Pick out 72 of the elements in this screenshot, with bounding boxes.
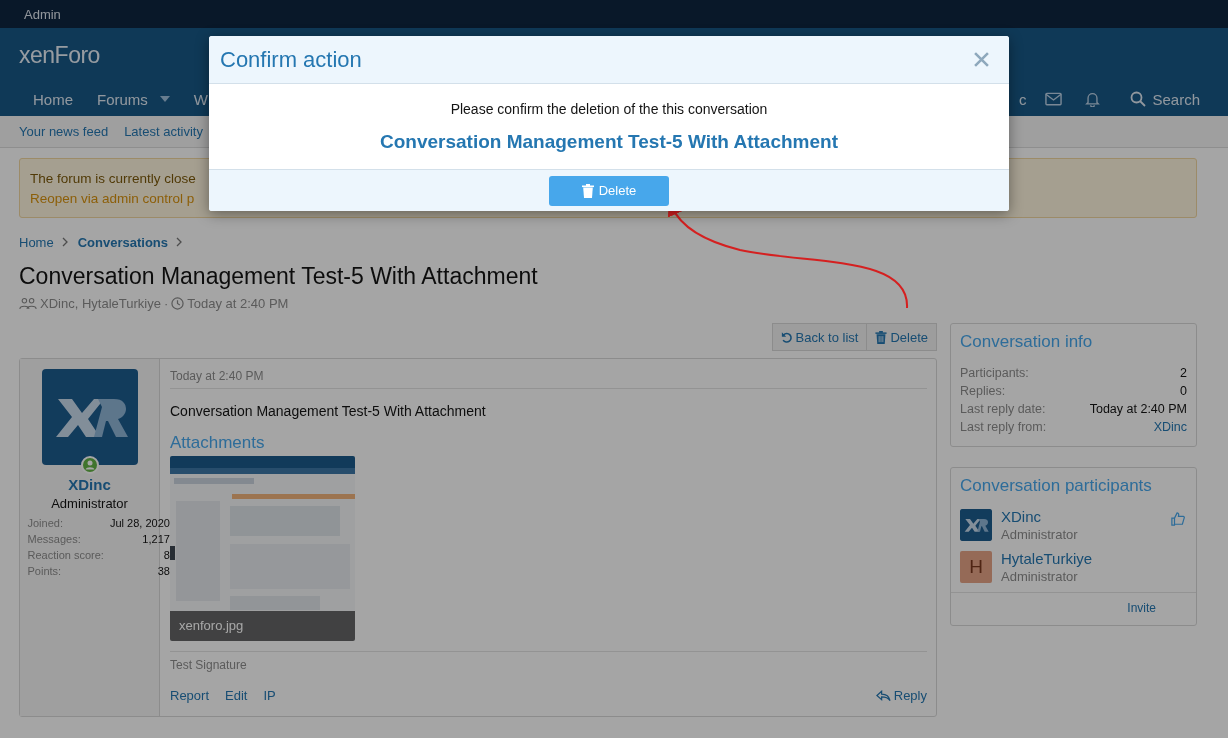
dialog-title: Confirm action xyxy=(220,46,362,73)
user-title: Administrator xyxy=(1001,527,1078,542)
chevron-icon xyxy=(176,237,182,247)
stat-value: 1,217 xyxy=(141,532,170,547)
trash-icon xyxy=(581,183,594,198)
stat-label: Points: xyxy=(27,564,63,579)
info-label: Replies: xyxy=(960,383,1007,400)
close-icon[interactable] xyxy=(974,52,989,67)
avatar: H xyxy=(960,551,992,583)
message-time[interactable]: Today at 2:40 PM xyxy=(170,369,927,389)
stat-label: Messages: xyxy=(27,532,82,547)
message-action-link[interactable]: Report xyxy=(170,688,210,703)
message-action-link[interactable]: Edit xyxy=(225,688,248,703)
breadcrumb-link[interactable]: Conversations xyxy=(77,234,168,250)
sub-nav-link[interactable]: Latest activity xyxy=(124,124,203,139)
message-action-link[interactable]: IP xyxy=(263,688,276,703)
site-logo[interactable]: xenForo xyxy=(19,41,100,69)
undo-icon xyxy=(780,330,793,344)
info-label: Last reply from: xyxy=(960,419,1047,436)
attachment-filename: xenforo.jpg xyxy=(170,611,355,641)
sub-nav-link[interactable]: Your news feed xyxy=(19,124,109,139)
card-title: Conversation participants xyxy=(960,476,1153,496)
nav-tab[interactable]: c xyxy=(1018,90,1035,108)
search-icon xyxy=(1130,91,1147,107)
delete-button[interactable]: Delete xyxy=(549,175,669,206)
info-value: 0 xyxy=(1179,383,1187,400)
username-link[interactable]: HytaleTurkiye xyxy=(1001,550,1093,567)
signature-text: Test Signature xyxy=(170,651,927,672)
info-label: Participants: xyxy=(960,365,1030,382)
info-value: Today at 2:40 PM xyxy=(1089,401,1187,418)
attachments-heading: Attachments xyxy=(170,433,266,453)
notice-text: The forum is currently close xyxy=(30,170,197,188)
attachment-thumbnail[interactable]: xenforo.jpg xyxy=(170,456,355,641)
nav-tab[interactable]: Forums xyxy=(85,90,182,108)
bell-icon[interactable] xyxy=(1084,91,1102,107)
breadcrumb-link[interactable]: Home xyxy=(19,234,54,250)
chevron-icon xyxy=(61,237,68,247)
stat-label: Reaction score: xyxy=(27,548,104,563)
stat-value: Jul 28, 2020 xyxy=(109,516,170,531)
thumbs-up-icon[interactable] xyxy=(1171,512,1185,526)
admin-link[interactable]: Admin xyxy=(24,6,61,22)
user-title: Administrator xyxy=(1001,569,1079,584)
reply-icon xyxy=(875,689,891,702)
trash-icon xyxy=(875,330,888,344)
user-title: Administrator xyxy=(51,496,128,511)
conversation-title: Conversation Management Test-5 With Attachment xyxy=(379,131,839,153)
username-link[interactable]: XDinc xyxy=(1001,508,1078,525)
user-link[interactable]: XDinc xyxy=(1089,418,1187,436)
page-title: Conversation Management Test-5 With Attachment xyxy=(19,262,539,290)
search-button[interactable]: Search xyxy=(1112,90,1200,108)
back-button[interactable]: Back to list xyxy=(771,323,868,351)
stat-value: 38 xyxy=(156,564,170,579)
message-text: Conversation Management Test-5 With Attachment xyxy=(170,403,487,419)
separator: · xyxy=(163,296,169,311)
mail-icon[interactable] xyxy=(1045,91,1063,107)
nav-tab[interactable]: Home xyxy=(21,90,85,108)
users-icon xyxy=(19,297,37,310)
caret-icon xyxy=(159,96,170,102)
clock-icon xyxy=(171,297,185,310)
reply-link[interactable]: Reply xyxy=(875,688,927,703)
participant-names[interactable]: XDinc, HytaleTurkiye xyxy=(40,296,161,311)
info-value: 2 xyxy=(1179,365,1187,382)
timestamp: Today at 2:40 PM xyxy=(187,296,289,311)
username-link[interactable]: XDinc xyxy=(68,476,111,493)
info-label: Last reply date: xyxy=(960,401,1047,418)
invite-link[interactable]: Invite xyxy=(1127,601,1156,615)
stat-label: Joined: xyxy=(27,516,64,531)
card-title: Conversation info xyxy=(960,332,1094,352)
avatar xyxy=(960,509,992,541)
dialog-message: Please confirm the deletion of the this conversation xyxy=(449,101,769,117)
stat-value: 8 xyxy=(162,548,170,563)
delete-button[interactable]: Delete xyxy=(867,323,937,351)
